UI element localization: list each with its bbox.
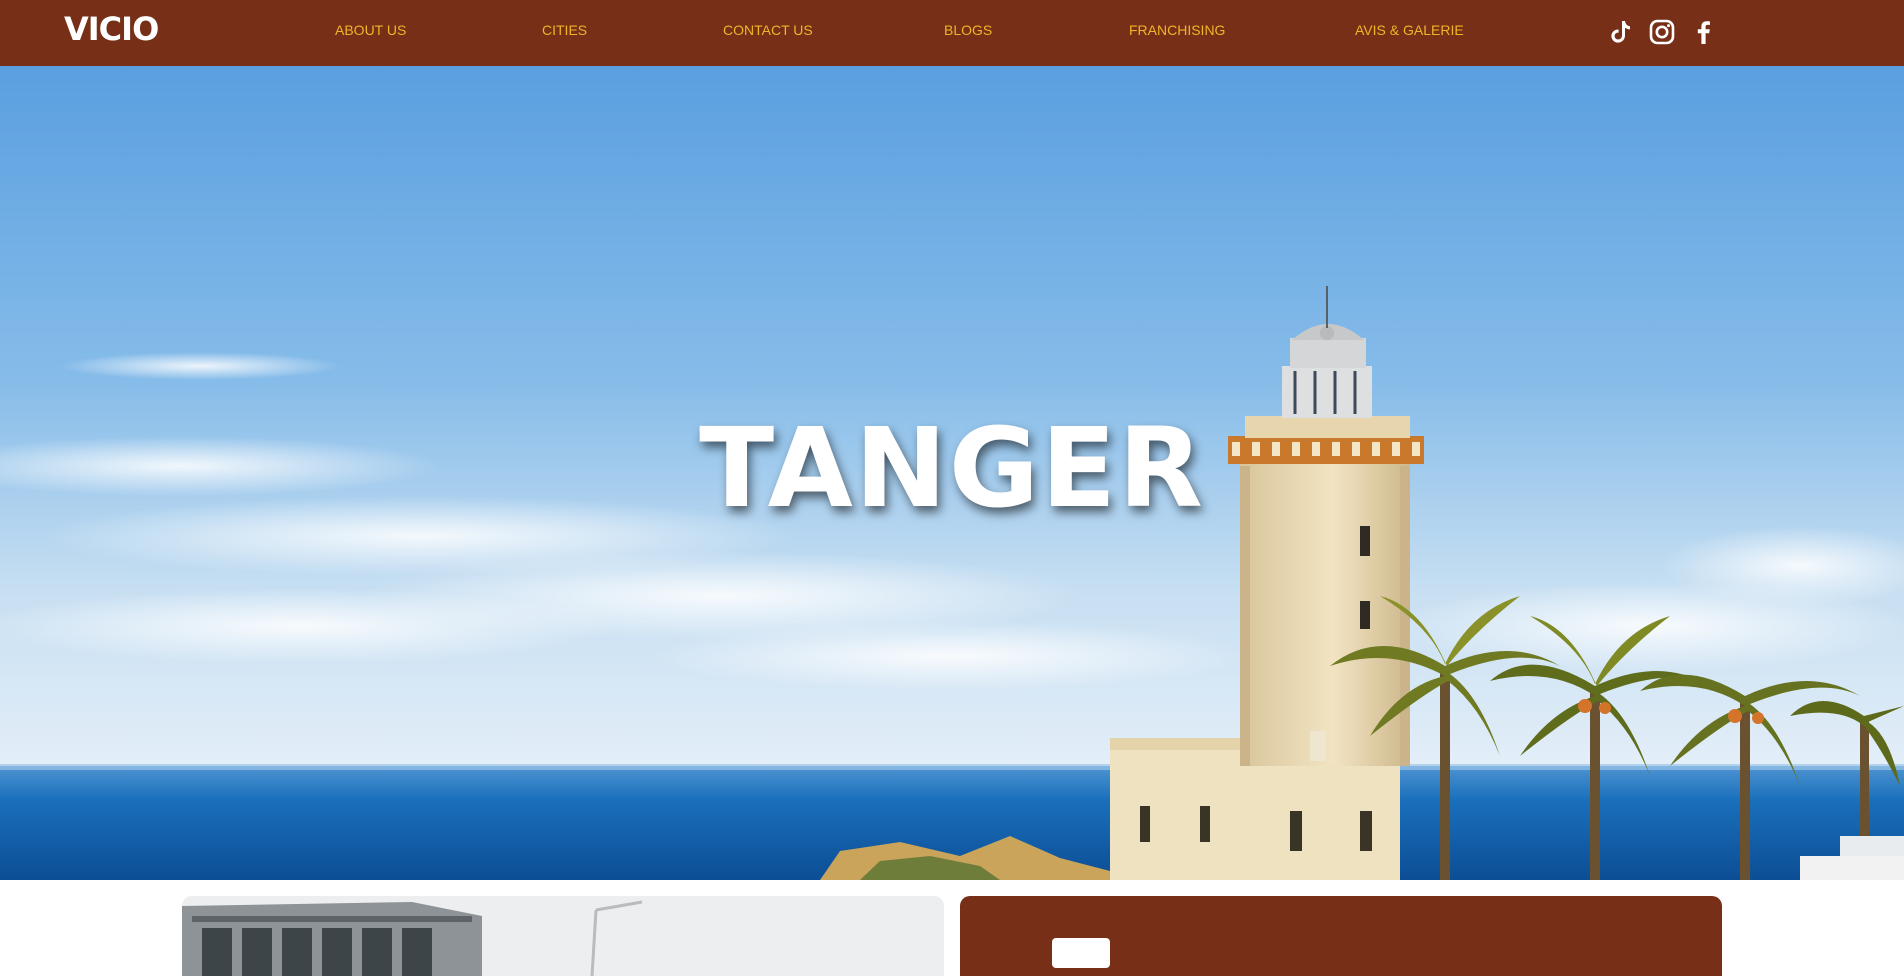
info-card (960, 896, 1722, 976)
restaurant-building-image (182, 896, 944, 976)
top-navbar: VICIO ABOUT US CITIES CONTACT US BLOGS F… (0, 0, 1904, 66)
facebook-icon[interactable] (1690, 18, 1718, 46)
hero-city-title: TANGER (699, 404, 1205, 532)
instagram-icon[interactable] (1648, 18, 1676, 46)
nav-avis-galerie[interactable]: AVIS & GALERIE (1355, 22, 1464, 38)
nav-franchising[interactable]: FRANCHISING (1129, 22, 1225, 38)
restaurant-photo-card[interactable] (182, 896, 944, 976)
nav-cities[interactable]: CITIES (542, 22, 587, 38)
nav-blogs[interactable]: BLOGS (944, 22, 992, 38)
nav-about-us[interactable]: ABOUT US (335, 22, 406, 38)
vicio-logo[interactable]: VICIO (64, 11, 159, 47)
card-action-button[interactable] (1052, 938, 1110, 968)
nav-contact-us[interactable]: CONTACT US (723, 22, 813, 38)
hero-banner: TANGER (0, 66, 1904, 880)
tiktok-icon[interactable] (1606, 18, 1634, 46)
